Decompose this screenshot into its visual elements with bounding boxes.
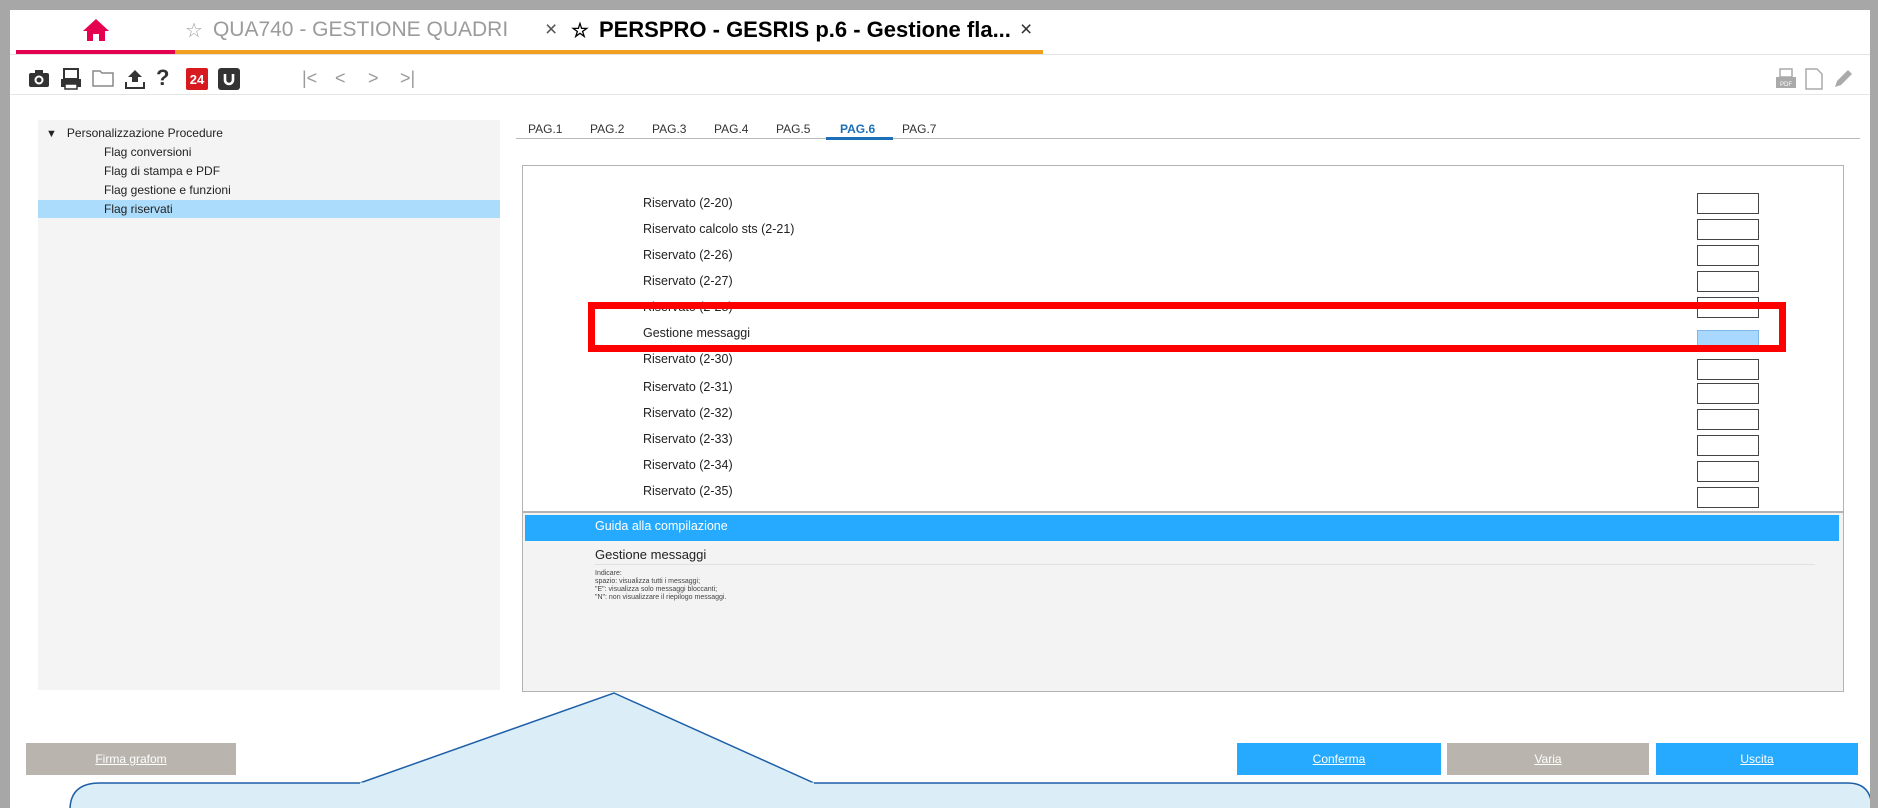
varia-button[interactable]: Varia: [1447, 743, 1649, 775]
app-window: ☆ QUA740 - GESTIONE QUADRI × ☆ PERSPRO -…: [10, 10, 1870, 808]
callout-bubble: [69, 692, 1870, 808]
conferma-button[interactable]: Conferma: [1237, 743, 1441, 775]
uscita-button[interactable]: Uscita: [1656, 743, 1858, 775]
firma-grafom-button[interactable]: Firma grafom: [26, 743, 236, 775]
